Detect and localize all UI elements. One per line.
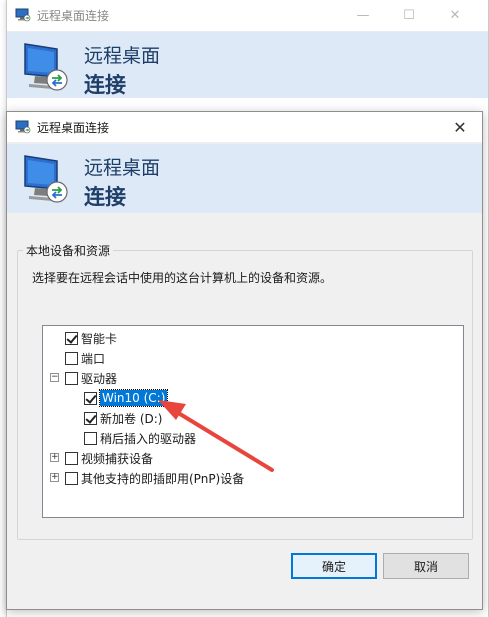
expand-icon[interactable]: + xyxy=(50,453,59,462)
tree-item-pnp-devices[interactable]: 其他支持的即插即用(PnP)设备 xyxy=(65,468,244,488)
tree-item-label: 视频捕获设备 xyxy=(81,451,154,466)
dialog-banner-title: 远程桌面 xyxy=(84,157,161,179)
tree-item-later-drives[interactable]: 稍后插入的驱动器 xyxy=(84,428,196,448)
tree-item-drive-c[interactable]: Win10 (C:) xyxy=(84,388,169,408)
remote-desktop-monitor-icon xyxy=(24,43,68,91)
checkbox[interactable] xyxy=(84,391,97,405)
tree-item-label: 其他支持的即插即用(PnP)设备 xyxy=(81,471,245,486)
dialog-banner-subtitle: 连接 xyxy=(84,185,126,209)
background-banner-title: 远程桌面 xyxy=(84,45,161,67)
tree-item-label: 稍后插入的驱动器 xyxy=(100,431,197,446)
background-banner: 远程桌面 连接 xyxy=(7,31,488,98)
tree-item-drives[interactable]: 驱动器 xyxy=(65,368,117,388)
cancel-button[interactable]: 取消 xyxy=(383,553,469,579)
checkbox[interactable] xyxy=(65,351,78,365)
background-window-title: 远程桌面连接 xyxy=(37,9,110,23)
tree-item-label: 新加卷 (D:) xyxy=(100,411,163,426)
checkbox[interactable] xyxy=(65,331,78,345)
tree-item-smart-card[interactable]: 智能卡 xyxy=(65,328,117,348)
tree-item-ports[interactable]: 端口 xyxy=(65,348,105,368)
tree-item-drive-d[interactable]: 新加卷 (D:) xyxy=(84,408,162,428)
dialog-banner: 远程桌面 连接 xyxy=(7,143,482,213)
tree-item-video-capture[interactable]: 视频捕获设备 xyxy=(65,448,153,468)
dialog-titlebar: 远程桌面连接 ✕ xyxy=(7,112,482,142)
tree-item-label: Win10 (C:) xyxy=(98,389,169,407)
dialog-close-button[interactable]: ✕ xyxy=(438,112,482,142)
tree-item-label: 端口 xyxy=(81,351,106,366)
remote-desktop-icon xyxy=(15,120,31,134)
close-button[interactable]: ✕ xyxy=(432,0,478,30)
remote-desktop-monitor-icon xyxy=(24,155,68,203)
minimize-button[interactable]: — xyxy=(340,0,386,30)
checkbox[interactable] xyxy=(65,371,78,385)
checkbox[interactable] xyxy=(84,411,97,425)
dialog-title: 远程桌面连接 xyxy=(37,121,110,135)
background-titlebar: 远程桌面连接 — ☐ ✕ xyxy=(7,0,488,30)
tree-item-label: 智能卡 xyxy=(81,331,118,346)
expand-icon[interactable]: + xyxy=(50,473,59,482)
checkbox[interactable] xyxy=(65,471,78,485)
group-description: 选择要在远程会话中使用的这台计算机上的设备和资源。 xyxy=(32,271,333,285)
maximize-button[interactable]: ☐ xyxy=(386,0,432,30)
remote-desktop-dialog: 远程桌面连接 ✕ 远程桌面 连接 本地设备和资源 选择要在远程会话中使用的这台计… xyxy=(6,111,483,610)
group-label: 本地设备和资源 xyxy=(23,242,114,259)
local-devices-group: 本地设备和资源 选择要在远程会话中使用的这台计算机上的设备和资源。 智能卡 端口… xyxy=(17,242,473,540)
checkbox[interactable] xyxy=(65,451,78,465)
device-tree[interactable]: 智能卡 端口 − 驱动器 Win10 (C:) 新加卷 (D:) 稍后插入的驱动… xyxy=(42,325,464,518)
remote-desktop-icon xyxy=(15,8,31,22)
tree-item-label: 驱动器 xyxy=(81,371,118,386)
checkbox[interactable] xyxy=(84,431,97,445)
ok-button[interactable]: 确定 xyxy=(291,553,377,579)
background-banner-subtitle: 连接 xyxy=(84,73,126,97)
collapse-icon[interactable]: − xyxy=(50,373,59,382)
